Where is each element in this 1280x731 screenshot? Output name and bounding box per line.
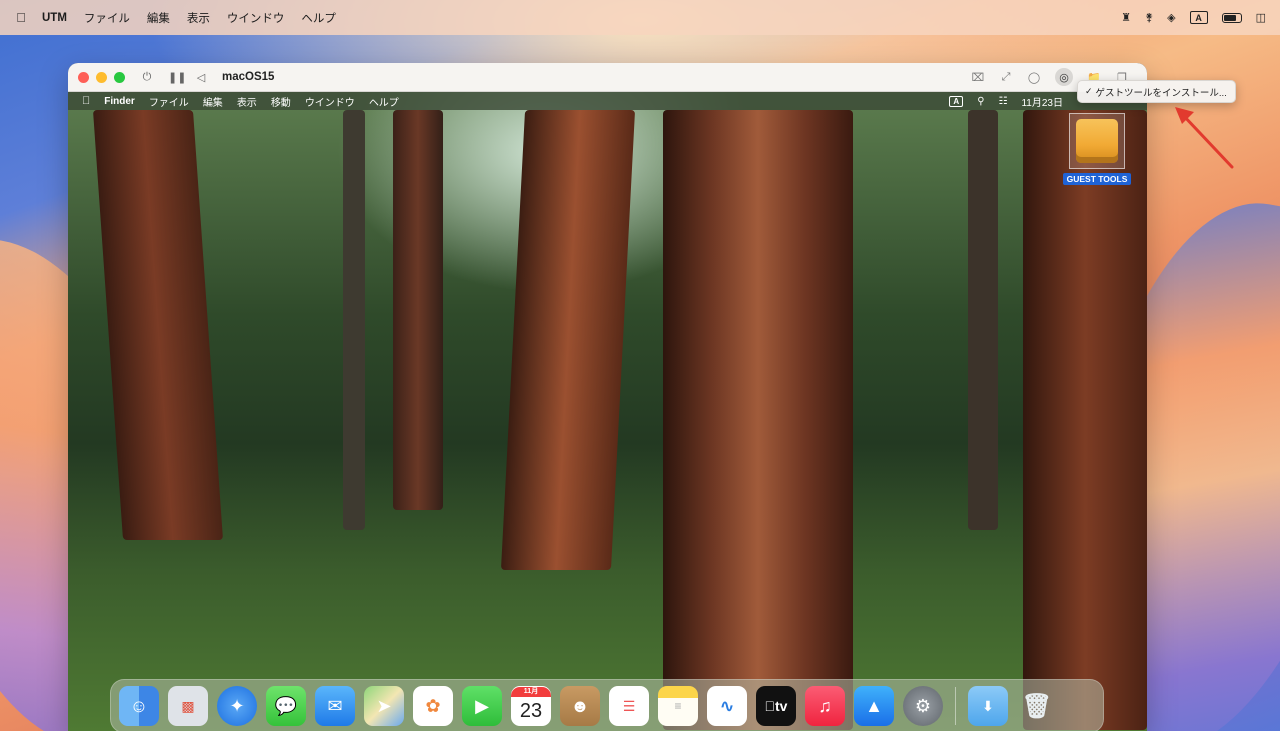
resize-icon[interactable]: ⤢: [999, 70, 1013, 84]
tree-trunk: [343, 110, 365, 530]
host-menu-bar:  UTM ファイル 編集 表示 ウインドウ ヘルプ ♜ ⚵ ◈ A ◫: [0, 0, 1280, 35]
music-icon[interactable]: ♫: [805, 686, 845, 726]
key-icon[interactable]: ⚵: [1145, 11, 1153, 25]
zoom-button[interactable]: [114, 71, 125, 83]
host-status-area: ♜ ⚵ ◈ A ◫: [1121, 11, 1266, 25]
guest-apple-menu-icon[interactable]: : [82, 95, 90, 107]
calendar-month: 11月: [511, 687, 551, 697]
mail-icon[interactable]: ✉: [315, 686, 355, 726]
trash-icon[interactable]: 🗑: [1017, 686, 1057, 726]
volume-selection-box: [1069, 113, 1125, 169]
messages-icon[interactable]: 💬: [266, 686, 306, 726]
menu-app-utm[interactable]: UTM: [42, 12, 67, 24]
reminders-icon[interactable]: ☰: [609, 686, 649, 726]
utm-titlebar: ⏻ ❚❚ ◁ macOS15 ⌧ ⤢ ◯ ◎ 📁 ❐: [68, 63, 1147, 92]
menu-window[interactable]: ウインドウ: [227, 10, 285, 26]
tv-icon[interactable]: tv: [756, 686, 796, 726]
layers-icon[interactable]: ◈: [1167, 11, 1175, 25]
menu-edit[interactable]: 編集: [147, 10, 170, 26]
calendar-day: 23: [519, 700, 543, 722]
guest-menu-help[interactable]: ヘルプ: [369, 94, 399, 109]
tv-label: tv: [769, 698, 787, 714]
guest-menu-file[interactable]: ファイル: [149, 94, 189, 109]
utm-vm-window: ⏻ ❚❚ ◁ macOS15 ⌧ ⤢ ◯ ◎ 📁 ❐  Finder ファイル…: [68, 63, 1147, 731]
mouse-icon[interactable]: ◯: [1027, 70, 1041, 84]
menu-item-label: ゲストツールをインストール...: [1095, 87, 1227, 99]
guest-menu-edit[interactable]: 編集: [203, 94, 223, 109]
photos-icon[interactable]: ✿: [413, 686, 453, 726]
guest-screen[interactable]:  Finder ファイル 編集 表示 移動 ウインドウ ヘルプ A ⚲ ☷ 1…: [68, 92, 1147, 731]
battery-icon[interactable]: [1221, 12, 1242, 23]
calendar-icon[interactable]: 11月 23: [511, 686, 551, 726]
menu-view[interactable]: 表示: [187, 10, 210, 26]
guest-menu-finder[interactable]: Finder: [104, 96, 135, 107]
app-store-icon[interactable]: ▲: [854, 686, 894, 726]
input-source-badge[interactable]: A: [1189, 11, 1208, 24]
pause-icon[interactable]: ❚❚: [168, 71, 186, 84]
menu-file[interactable]: ファイル: [84, 10, 130, 26]
guest-dock: ☺ ▩ ✦ 💬 ✉ ➤ ✿ ▶ 11月 23 ☻ ☰ ≡ ∿ tv ♫ ▲ ⚙…: [110, 679, 1104, 731]
facetime-icon[interactable]: ▶: [462, 686, 502, 726]
guest-input-source-badge[interactable]: A: [949, 95, 964, 107]
guest-status-area: A ⚲ ☷ 11月23日: [949, 94, 1063, 109]
guest-spotlight-icon[interactable]: ⚲: [977, 96, 984, 107]
apple-menu-icon[interactable]: : [14, 10, 28, 25]
volume-label: GUEST TOOLS: [1062, 173, 1132, 185]
back-icon[interactable]: ◁: [195, 71, 207, 84]
minimize-button[interactable]: [96, 71, 107, 83]
guest-menu-view[interactable]: 表示: [237, 94, 257, 109]
tree-trunk: [968, 110, 998, 530]
contacts-icon[interactable]: ☻: [560, 686, 600, 726]
finder-icon[interactable]: ☺: [119, 686, 159, 726]
drive-options-icon[interactable]: ◎: [1055, 68, 1073, 86]
external-drive-icon: [1076, 119, 1118, 163]
guest-menu-window[interactable]: ウインドウ: [305, 94, 355, 109]
split-view-icon[interactable]: ◫: [1256, 11, 1266, 25]
tree-trunk: [663, 110, 853, 730]
tree-trunk: [1023, 110, 1147, 730]
menu-help[interactable]: ヘルプ: [301, 10, 336, 26]
safari-icon[interactable]: ✦: [217, 686, 257, 726]
window-title: macOS15: [222, 71, 275, 83]
launchpad-icon[interactable]: ▩: [168, 686, 208, 726]
maps-icon[interactable]: ➤: [364, 686, 404, 726]
guest-control-center-icon[interactable]: ☷: [999, 96, 1008, 107]
close-button[interactable]: [78, 71, 89, 83]
guest-menu-bar:  Finder ファイル 編集 表示 移動 ウインドウ ヘルプ A ⚲ ☷ 1…: [68, 92, 1147, 110]
traffic-lights: [78, 71, 125, 83]
checkmark-icon: ✓: [1085, 86, 1093, 96]
tree-trunk: [393, 110, 443, 510]
system-settings-icon[interactable]: ⚙: [903, 686, 943, 726]
downloads-folder-icon[interactable]: ⬇: [968, 686, 1008, 726]
dock-separator: [955, 687, 956, 725]
freeform-icon[interactable]: ∿: [707, 686, 747, 726]
guest-menu-go[interactable]: 移動: [271, 94, 291, 109]
accessibility-icon[interactable]: ♜: [1121, 11, 1131, 25]
capture-input-icon[interactable]: ⌧: [971, 70, 985, 84]
guest-clock[interactable]: 11月23日: [1021, 94, 1063, 109]
notes-icon[interactable]: ≡: [658, 686, 698, 726]
guest-tools-volume[interactable]: GUEST TOOLS: [1061, 113, 1133, 187]
annotation-arrow-icon: [1175, 107, 1234, 169]
power-icon[interactable]: ⏻: [141, 71, 153, 84]
